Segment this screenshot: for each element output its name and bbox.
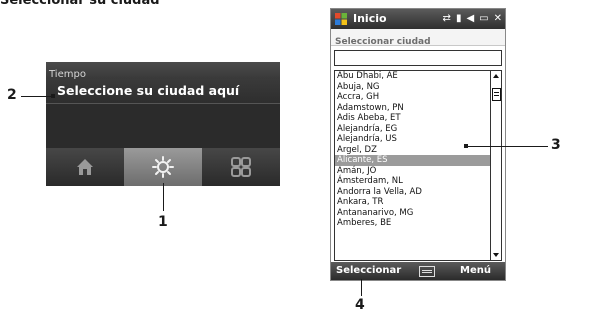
city-list-item[interactable]: Adamstown, PN [335,103,491,114]
grid-icon [231,157,251,177]
status-bar: Inicio ⇄ ▮ ◀ ▭ ✕ [331,9,505,29]
city-prompt: Seleccione su ciudad aquí [57,83,240,98]
battery-icon[interactable]: ▭ [479,13,488,24]
status-title: Inicio [353,12,387,25]
close-icon[interactable]: ✕ [494,13,502,24]
scroll-up-icon[interactable] [493,74,499,78]
windows-flag-icon[interactable] [334,12,348,26]
callout-3: 3 [551,137,561,153]
page-heading: Seleccionar su ciudad [0,0,160,8]
callout-1: 1 [158,214,168,230]
city-list-item[interactable]: Amberes, BE [335,218,491,229]
callout-4-line [361,279,362,296]
weather-widget: Tiempo Seleccione su ciudad aquí [46,62,280,186]
tab-weather[interactable] [124,148,202,186]
city-list-item[interactable]: Antananarivo, MG [335,208,491,219]
city-list-item[interactable]: Ámsterdam, NL [335,176,491,187]
page-title-bar: Seleccionar ciudad [331,29,505,47]
city-list-item[interactable]: Abu Dhabi, AE [335,71,491,82]
select-softkey[interactable]: Seleccionar [336,265,401,276]
city-list-item[interactable]: Alicante, ES [335,155,491,166]
signal-icon[interactable]: ▮ [456,13,462,24]
volume-icon[interactable]: ◀ [466,13,474,24]
page-title: Seleccionar ciudad [335,37,431,47]
city-list-items: Abu Dhabi, AE Abuja, NG Accra, GH Adamstown… [335,71,491,229]
city-list-item[interactable]: Accra, GH [335,92,491,103]
callout-2: 2 [7,87,17,103]
softkey-bar: Seleccionar Menú [331,262,505,280]
menu-softkey[interactable]: Menú [460,265,491,276]
callout-2-dot [51,94,55,98]
phone-screen: Inicio ⇄ ▮ ◀ ▭ ✕ Seleccionar ciudad Abu … [330,8,506,281]
weather-title-bar: Tiempo [46,62,280,80]
weather-tab-bar [46,148,280,186]
callout-4: 4 [355,297,365,313]
home-icon [77,159,93,175]
city-list-item[interactable]: Abuja, NG [335,82,491,93]
status-icons: ⇄ ▮ ◀ ▭ ✕ [443,13,502,24]
sync-icon[interactable]: ⇄ [443,13,451,24]
city-list-item[interactable]: Alejandría, EG [335,124,491,135]
keyboard-icon[interactable] [419,266,435,277]
tab-home[interactable] [46,148,124,186]
city-select-row[interactable]: Seleccione su ciudad aquí [46,79,280,104]
scroll-thumb[interactable] [492,88,501,101]
city-list-item[interactable]: Amán, JO [335,166,491,177]
callout-2-line [21,96,52,97]
city-list[interactable]: Abu Dhabi, AE Abuja, NG Accra, GH Adamstown… [334,70,502,261]
city-list-item[interactable]: Ankara, TR [335,197,491,208]
callout-1-line [163,183,164,211]
tab-apps[interactable] [202,148,280,186]
city-list-item[interactable]: Andorra la Vella, AD [335,187,491,198]
scroll-down-icon[interactable] [493,253,499,257]
city-list-item[interactable]: Alejandría, US [335,134,491,145]
city-search-input[interactable] [334,50,502,66]
sun-icon [152,156,174,178]
city-list-item[interactable]: Adis Abeba, ET [335,113,491,124]
callout-3-line [466,146,548,147]
list-scrollbar[interactable] [490,71,501,260]
